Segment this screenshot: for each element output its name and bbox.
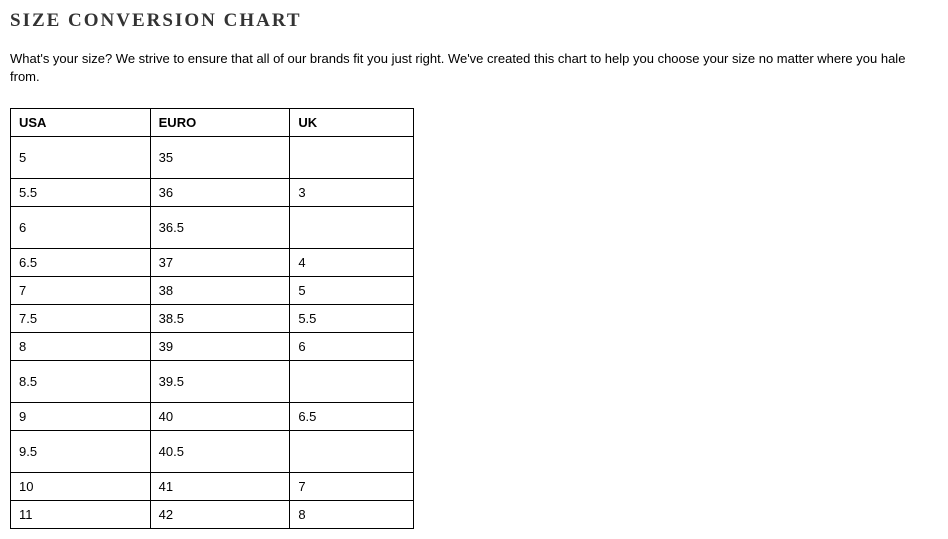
cell-usa: 7.5 — [11, 305, 151, 333]
table-row: 11428 — [11, 501, 414, 529]
header-euro: EURO — [150, 109, 290, 137]
cell-usa: 8.5 — [11, 361, 151, 403]
table-row: 8396 — [11, 333, 414, 361]
cell-euro: 38.5 — [150, 305, 290, 333]
cell-uk: 5 — [290, 277, 414, 305]
cell-euro: 40 — [150, 403, 290, 431]
header-usa: USA — [11, 109, 151, 137]
cell-euro: 40.5 — [150, 431, 290, 473]
table-row: 7.538.55.5 — [11, 305, 414, 333]
cell-uk: 6.5 — [290, 403, 414, 431]
cell-euro: 42 — [150, 501, 290, 529]
page-title: SIZE CONVERSION CHART — [10, 10, 938, 32]
table-body: 5355.5363636.56.537473857.538.55.583968.… — [11, 137, 414, 529]
cell-usa: 6.5 — [11, 249, 151, 277]
cell-uk: 4 — [290, 249, 414, 277]
cell-usa: 10 — [11, 473, 151, 501]
cell-usa: 6 — [11, 207, 151, 249]
table-row: 7385 — [11, 277, 414, 305]
cell-euro: 39 — [150, 333, 290, 361]
cell-euro: 35 — [150, 137, 290, 179]
size-conversion-table: USA EURO UK 5355.5363636.56.537473857.53… — [10, 108, 414, 529]
table-row: 9406.5 — [11, 403, 414, 431]
cell-euro: 36 — [150, 179, 290, 207]
table-row: 535 — [11, 137, 414, 179]
cell-uk: 3 — [290, 179, 414, 207]
table-row: 5.5363 — [11, 179, 414, 207]
cell-usa: 8 — [11, 333, 151, 361]
cell-uk — [290, 431, 414, 473]
cell-euro: 41 — [150, 473, 290, 501]
cell-uk — [290, 361, 414, 403]
cell-usa: 9 — [11, 403, 151, 431]
table-row: 8.539.5 — [11, 361, 414, 403]
table-row: 10417 — [11, 473, 414, 501]
cell-usa: 5 — [11, 137, 151, 179]
cell-euro: 39.5 — [150, 361, 290, 403]
cell-usa: 7 — [11, 277, 151, 305]
cell-euro: 37 — [150, 249, 290, 277]
intro-text: What's your size? We strive to ensure th… — [10, 50, 938, 86]
cell-usa: 5.5 — [11, 179, 151, 207]
table-row: 636.5 — [11, 207, 414, 249]
cell-usa: 9.5 — [11, 431, 151, 473]
table-row: 9.540.5 — [11, 431, 414, 473]
cell-uk: 5.5 — [290, 305, 414, 333]
cell-uk — [290, 137, 414, 179]
cell-euro: 38 — [150, 277, 290, 305]
header-uk: UK — [290, 109, 414, 137]
table-row: 6.5374 — [11, 249, 414, 277]
table-header-row: USA EURO UK — [11, 109, 414, 137]
cell-uk: 7 — [290, 473, 414, 501]
cell-uk — [290, 207, 414, 249]
cell-uk: 6 — [290, 333, 414, 361]
cell-usa: 11 — [11, 501, 151, 529]
cell-euro: 36.5 — [150, 207, 290, 249]
cell-uk: 8 — [290, 501, 414, 529]
